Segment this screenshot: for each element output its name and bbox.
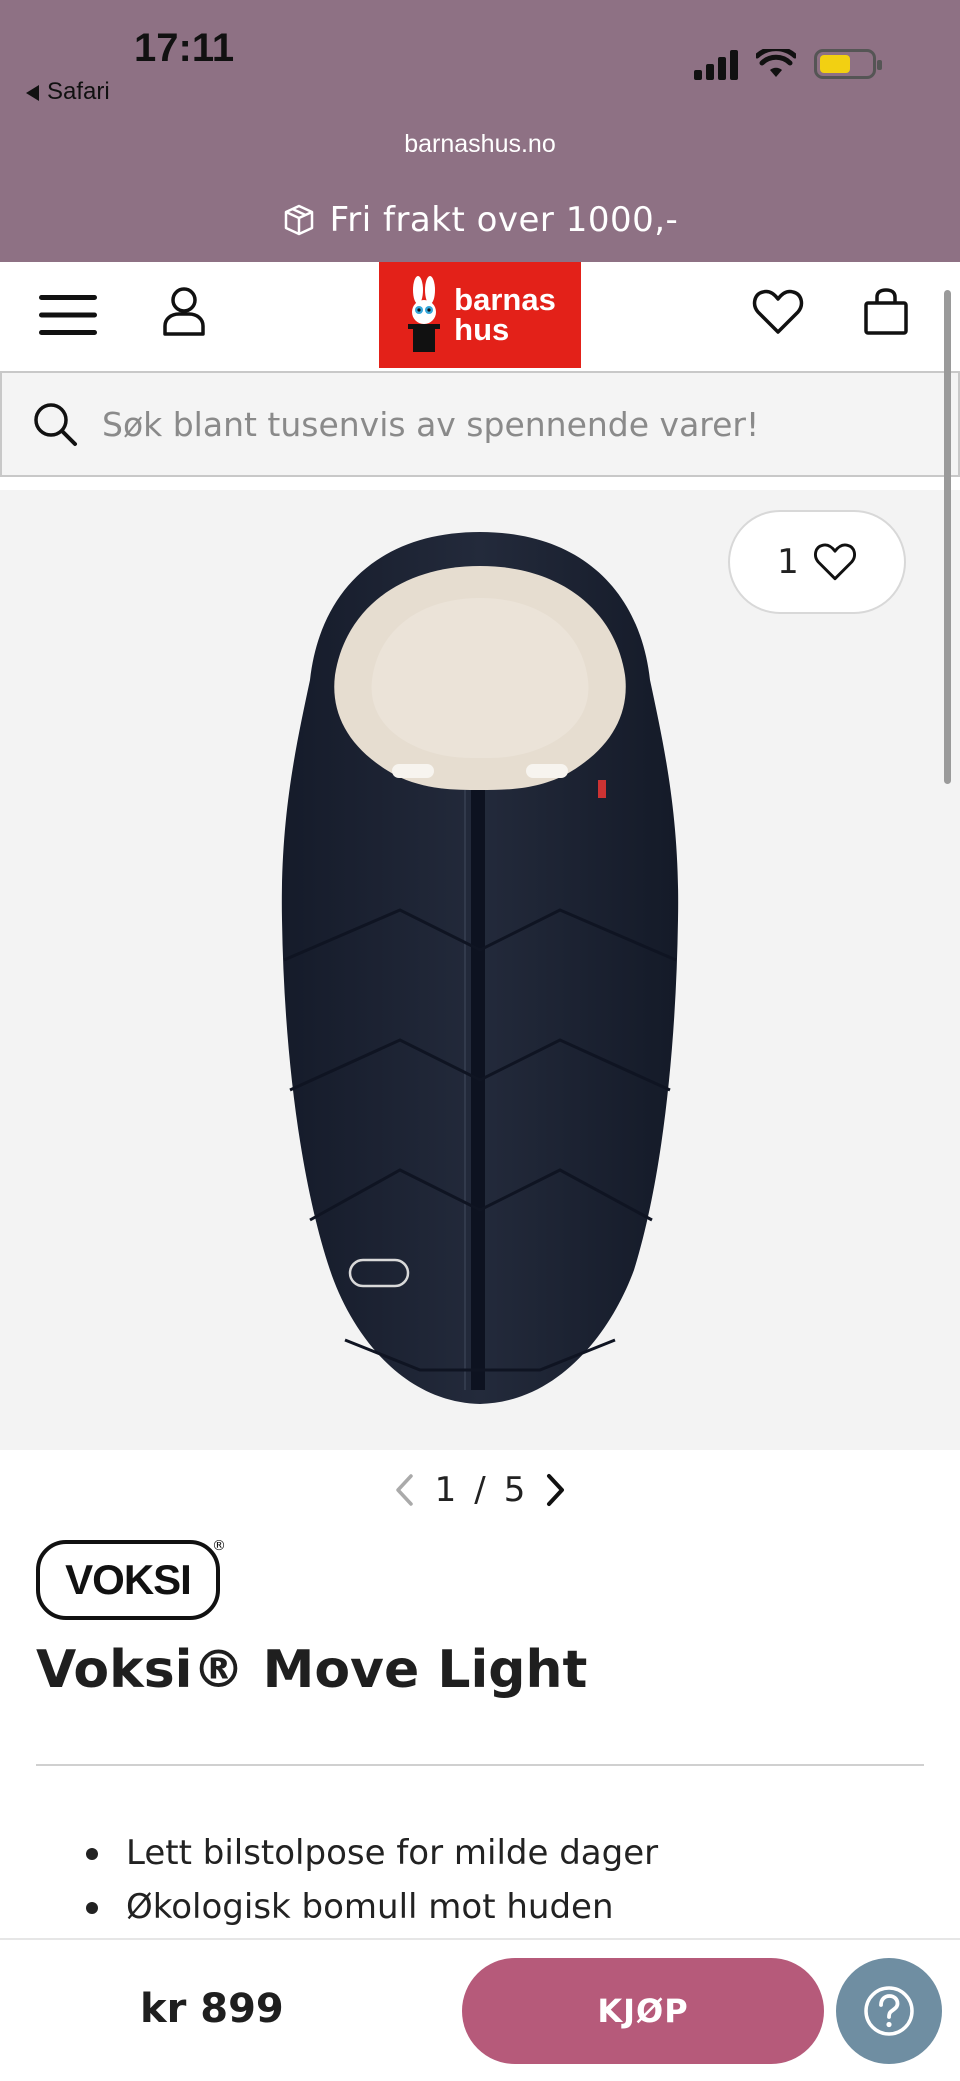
gallery-wishlist-button[interactable]: 1 [728,510,906,614]
back-arrow-icon [26,84,39,101]
hamburger-menu-icon [39,295,97,335]
browser-chrome: 17:11 Safari barnashus.no Fri frakt over… [0,0,960,262]
free-shipping-text: Fri frakt over 1000,- [329,200,679,240]
address-bar-url[interactable]: barnashus.no [0,130,960,159]
wishlist-count: 1 [777,542,799,582]
product-image-footmuff [281,532,679,1404]
chevron-left-icon[interactable] [393,1473,417,1507]
feature-list: Lett bilstolpose for milde dager Økologi… [86,1826,658,1934]
cellular-signal-icon [694,48,738,80]
package-icon [284,204,313,236]
search-bar[interactable] [0,371,960,477]
heart-icon [813,543,856,581]
battery-icon [814,49,882,79]
question-mark-icon [864,1986,914,2036]
barnashus-logo[interactable]: barnas hus [379,262,581,368]
wishlist-button[interactable] [748,282,808,342]
search-input[interactable] [102,404,922,444]
cart-button[interactable] [856,282,916,342]
status-time: 17:11 [134,26,235,70]
buy-button[interactable]: KJØP [462,1958,824,2064]
account-button[interactable] [156,284,212,340]
user-icon [163,287,205,336]
product-price: kr 899 [140,1986,284,2032]
page-scrollbar[interactable] [944,290,951,784]
help-button[interactable] [836,1958,942,2064]
feature-item: Økologisk bomull mot huden [86,1880,658,1934]
pager-total: 5 [503,1470,526,1510]
divider [36,1764,924,1766]
feature-item: Lett bilstolpose for milde dager [86,1826,658,1880]
logo-wordmark: barnas hus [454,282,556,347]
pager-separator: / [474,1470,486,1510]
brand-logo[interactable]: VOKSI [36,1540,220,1620]
search-icon [34,403,77,446]
status-icons [694,44,882,84]
chevron-right-icon[interactable] [543,1473,567,1507]
brand-registered-mark: ® [212,1538,226,1554]
back-label: Safari [47,78,110,105]
shopping-bag-icon [864,288,908,335]
back-to-safari-link[interactable]: Safari [26,78,110,106]
product-image-gallery[interactable] [0,490,960,1450]
heart-icon [752,289,804,334]
product-title: Voksi® Move Light [36,1640,588,1700]
wifi-icon [756,49,796,77]
pager-current: 1 [434,1470,457,1510]
image-pager: 1 / 5 [0,1470,960,1510]
free-shipping-banner: Fri frakt over 1000,- [0,200,960,240]
menu-button[interactable] [38,292,98,338]
rabbit-in-hat-logo-icon [408,276,441,352]
